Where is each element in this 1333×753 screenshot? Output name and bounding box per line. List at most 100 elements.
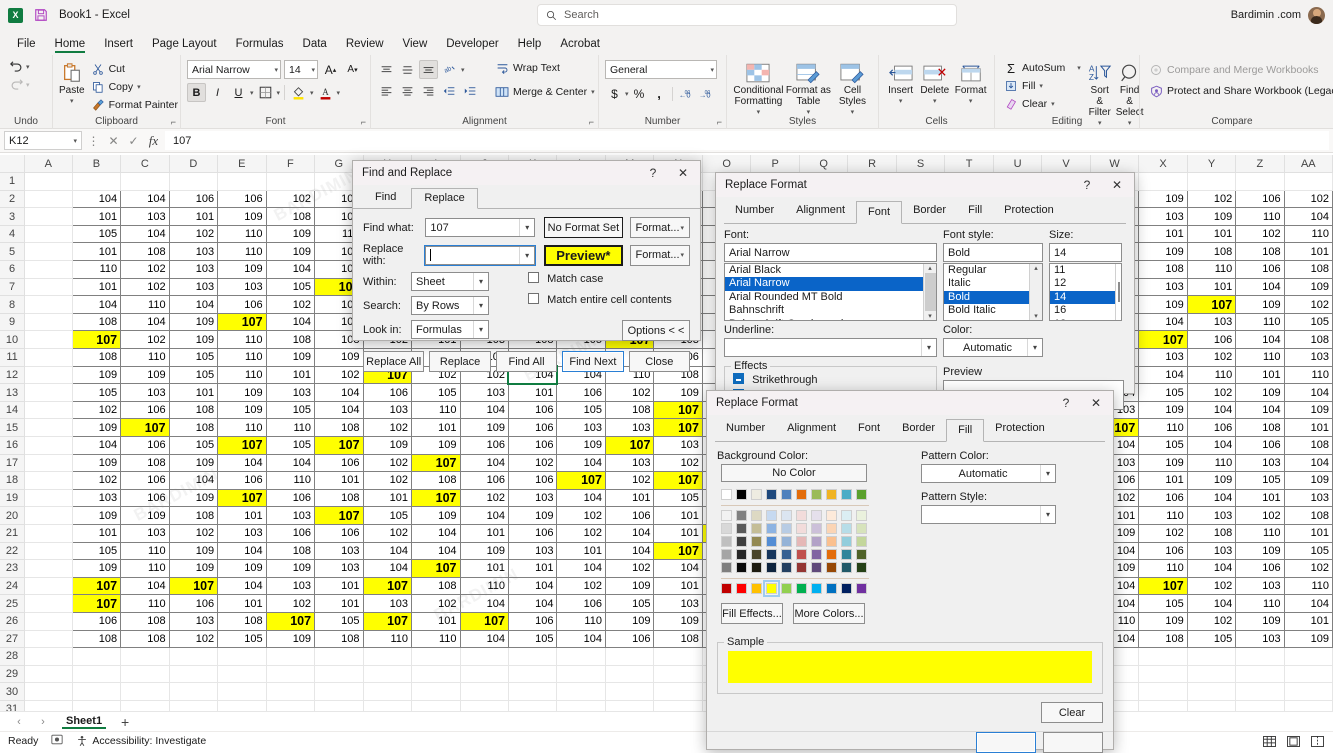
align-right-button[interactable] [419,81,438,100]
cell-G31[interactable] [314,699,364,711]
cell-D23[interactable]: 109 [168,559,219,578]
row-header-23[interactable]: 23 [0,559,26,578]
cell-F6[interactable]: 104 [265,260,316,279]
cell-K22[interactable]: 103 [507,541,558,561]
cell-K27[interactable]: 105 [507,629,558,649]
align-bottom-button[interactable] [419,60,438,79]
cell-Z23[interactable]: 106 [1235,559,1285,578]
cell-K14[interactable]: 106 [507,400,558,420]
cell-N15[interactable]: 107 [653,418,703,437]
previous-sheet-icon[interactable]: ‹ [8,713,30,731]
replace-format-font-dialog[interactable]: Replace Format ? ✕ Number Alignment Font… [715,172,1135,418]
cell-J25[interactable]: 104 [459,594,509,613]
cell-E4[interactable]: 110 [217,224,267,244]
cell-Z30[interactable] [1235,682,1285,701]
color-swatch[interactable] [751,510,762,521]
cell-D25[interactable]: 106 [168,594,219,613]
row-header-27[interactable]: 27 [0,629,26,649]
grid-row[interactable]: 25 107 110 106 101 102 101 103 102 104 104 106 105 10… [0,594,1333,613]
cell-N16[interactable]: 103 [653,436,703,455]
cell-A18[interactable] [24,471,73,490]
color-swatch[interactable] [781,583,792,594]
grid-row[interactable]: 28 [0,647,1333,666]
cell-I31[interactable] [411,699,461,711]
color-swatch[interactable] [781,562,792,573]
cell-I21[interactable]: 104 [411,523,461,543]
row-header-2[interactable]: 2 [0,189,26,209]
cell-H25[interactable]: 103 [362,594,413,613]
cell-E15[interactable]: 110 [217,418,267,437]
grid-row[interactable]: 18 102 106 104 106 110 101 102 108 106 106 107 102 10… [0,471,1333,490]
tab-developer[interactable]: Developer [437,35,507,55]
underline-button[interactable]: U [229,83,248,102]
cell-I23[interactable]: 107 [411,559,461,578]
cell-J20[interactable]: 104 [459,506,509,525]
cell-H28[interactable] [362,647,413,666]
cell-Y19[interactable]: 104 [1186,488,1237,508]
font-size-combo[interactable]: 14 ▾ [284,60,318,79]
fill-caret-icon[interactable]: ▾ [1039,82,1043,90]
next-sheet-icon[interactable]: › [32,713,54,731]
cell-F31[interactable] [265,699,316,711]
cell-L26[interactable]: 110 [556,611,606,631]
cell-A26[interactable] [24,611,73,631]
size-list-item[interactable]: 14 [1050,290,1121,305]
cell-L23[interactable]: 104 [556,559,606,578]
cell-D31[interactable] [168,699,219,711]
style-list-item[interactable]: Italic [944,277,1042,290]
cell-F17[interactable]: 104 [265,453,316,473]
color-swatch[interactable] [766,523,777,534]
cell-D28[interactable] [168,647,219,666]
column-header-O[interactable]: O [701,155,752,174]
cell-D4[interactable]: 102 [168,224,219,244]
autosum-button[interactable]: Σ AutoSum ▾ [1001,60,1084,76]
cell-F3[interactable]: 108 [265,207,316,226]
cell-Z7[interactable]: 104 [1235,277,1285,297]
cell-C16[interactable]: 106 [120,436,170,455]
tab-insert[interactable]: Insert [95,35,142,55]
page-break-view-icon[interactable] [1310,735,1325,748]
cell-AA7[interactable]: 109 [1283,277,1333,297]
cell-K29[interactable] [507,664,558,684]
align-top-button[interactable] [377,60,396,79]
rf-font-style-input[interactable]: Bold [943,243,1043,262]
cell-C19[interactable]: 106 [120,488,170,508]
cell-H16[interactable]: 109 [362,436,413,455]
cell-Y1[interactable] [1186,172,1237,191]
cell-Z20[interactable]: 102 [1235,506,1285,525]
color-swatch[interactable] [766,549,777,560]
cell-Y4[interactable]: 101 [1186,224,1237,244]
cell-L18[interactable]: 107 [556,471,606,490]
search-select[interactable]: By Rows ▾ [411,296,489,315]
cell-AA19[interactable]: 103 [1283,488,1333,508]
color-swatch[interactable] [736,523,747,534]
cell-F29[interactable] [265,664,316,684]
cell-G24[interactable]: 101 [314,576,364,596]
cell-K21[interactable]: 106 [507,523,558,543]
merge-center-caret-icon[interactable]: ▾ [591,88,595,96]
cell-X26[interactable]: 109 [1138,611,1188,631]
cell-B25[interactable]: 107 [71,594,122,613]
decrease-indent-button[interactable] [440,81,459,100]
cell-C17[interactable]: 108 [120,453,170,473]
cell-Y18[interactable]: 109 [1186,471,1237,490]
color-swatch[interactable] [751,562,762,573]
cell-F12[interactable]: 101 [265,365,316,385]
cell-X20[interactable]: 110 [1138,506,1188,525]
cell-G27[interactable]: 108 [314,629,364,649]
align-left-button[interactable] [377,81,396,100]
row-header-24[interactable]: 24 [0,576,26,596]
cell-B28[interactable] [71,647,122,666]
color-swatch[interactable] [811,536,822,547]
color-swatch[interactable] [721,583,732,594]
cell-J22[interactable]: 109 [459,541,509,561]
cell-H21[interactable]: 102 [362,523,413,543]
cell-B14[interactable]: 102 [71,400,122,420]
rf-fill-tab-border[interactable]: Border [891,418,946,441]
cell-C5[interactable]: 108 [120,242,170,262]
cell-L25[interactable]: 106 [556,594,606,613]
row-header-16[interactable]: 16 [0,436,26,455]
cell-I24[interactable]: 108 [411,576,461,596]
currency-button[interactable]: $ [605,84,624,103]
formula-bar-menu-icon[interactable]: ⋮ [85,131,102,150]
